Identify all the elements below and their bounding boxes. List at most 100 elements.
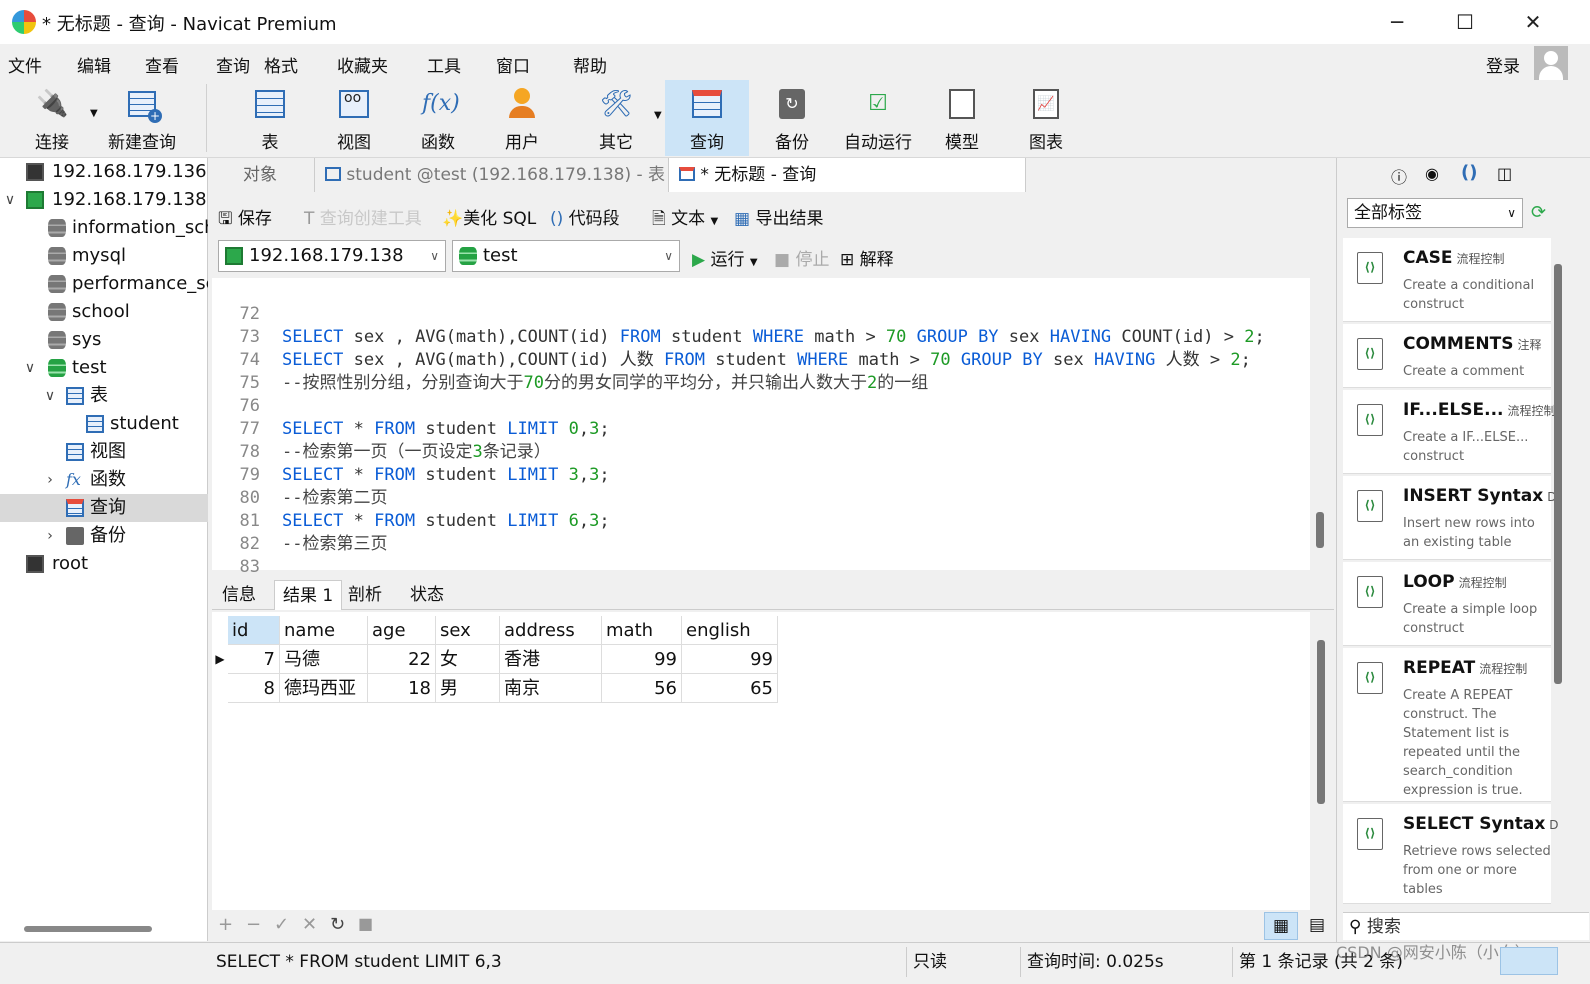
form-view-icon[interactable]: ▤ [1302,912,1332,940]
sql-editor[interactable]: 72 SELECT sex , AVG(math),COUNT(id) FROM… [212,278,1310,577]
maximize-button[interactable]: ☐ [1442,6,1488,38]
column-header-sex[interactable]: sex [436,616,500,645]
column-header-math[interactable]: math [602,616,682,645]
query-builder-button[interactable]: T 查询创建工具 [304,204,422,229]
minimize-button[interactable]: ─ [1374,6,1420,38]
snippet-item-if-else[interactable]: ⟨⟩ IF...ELSE... 流程控制 Create a IF...ELSE..… [1343,390,1556,474]
tree-item-backups[interactable]: › 备份 [0,522,208,550]
tree-item-tables[interactable]: ∨ 表 [0,382,208,410]
text-button[interactable]: 🗎 文本 ▼ [652,204,718,235]
menu-file[interactable]: 文件 [8,52,42,77]
menu-tools[interactable]: 工具 [427,52,461,77]
beautify-sql-button[interactable]: ✨美化 SQL [442,204,536,229]
query-button[interactable]: 查询 [665,80,749,156]
apply-changes-icon[interactable]: ✓ [274,914,289,935]
menu-view[interactable]: 查看 [145,52,179,77]
new-query-button[interactable]: + 新建查询 [100,80,184,156]
editor-scrollbar[interactable] [1316,512,1324,548]
tree-item-server-136[interactable]: 192.168.179.136 [0,158,208,186]
table-button[interactable]: 表 [228,80,312,156]
grid-scrollbar[interactable] [1317,640,1325,804]
table-cell[interactable]: 18 [368,674,436,703]
menu-help[interactable]: 帮助 [573,52,607,77]
info-icon[interactable]: ⓘ [1391,164,1407,188]
view-toggle[interactable] [1500,947,1558,975]
add-record-icon[interactable]: + [218,914,233,935]
column-header-name[interactable]: name [280,616,368,645]
snippet-button[interactable]: () 代码段 [550,204,620,229]
snippet-item-insert[interactable]: ⟨⟩ INSERT Syntax D Insert new rows into a… [1343,476,1557,560]
close-button[interactable]: ✕ [1510,6,1556,38]
tag-filter-select[interactable]: 全部标签 ∨ [1347,198,1523,228]
add-snippet-icon[interactable]: ⟳ [1531,202,1546,223]
tree-item-functions[interactable]: › fx 函数 [0,466,208,494]
snippet-scrollbar[interactable] [1554,264,1562,684]
snippet-search-input[interactable]: ⚲ 搜索 [1343,912,1589,940]
tree-item-server-138[interactable]: ∨ 192.168.179.138 [0,186,208,214]
snippet-item-repeat[interactable]: ⟨⟩ REPEAT 流程控制 Create A REPEAT construct.… [1343,648,1551,802]
backup-button[interactable]: ↻ 备份 [750,80,834,156]
delete-record-icon[interactable]: − [246,914,261,935]
server-select[interactable]: 192.168.179.138 ∨ [218,240,446,272]
layout-icon[interactable]: ◫ [1497,164,1512,183]
chevron-down-icon[interactable]: ∨ [22,354,38,382]
snippet-item-case[interactable]: ⟨⟩ CASE 流程控制 Create a conditional constru… [1343,238,1551,322]
chart-button[interactable]: 📈 图表 [1004,80,1088,156]
refresh-icon[interactable]: ↻ [330,914,345,935]
table-cell[interactable]: 马德 [280,645,368,674]
tab-objects[interactable]: 对象 [210,158,310,192]
menu-window[interactable]: 窗口 [496,52,530,77]
column-header-english[interactable]: english [682,616,778,645]
tree-item-sys[interactable]: sys [0,326,208,354]
tab-untitled-query[interactable]: * 无标题 - 查询 [668,158,1026,192]
tree-item-school[interactable]: school [0,298,208,326]
stop-button[interactable]: ■ 停止 [774,245,829,270]
table-cell[interactable]: 56 [602,674,682,703]
discard-changes-icon[interactable]: ✕ [302,914,317,935]
column-header-id[interactable]: id [228,616,280,645]
tab-info[interactable]: 信息 [214,580,264,610]
table-cell[interactable]: 65 [682,674,778,703]
snippet-item-select[interactable]: ⟨⟩ SELECT Syntax D Retrieve rows selected… [1343,804,1559,904]
tree-item-student[interactable]: student [0,410,208,438]
save-button[interactable]: 🖫 保存 [218,204,272,235]
menu-edit[interactable]: 编辑 [77,52,111,77]
avatar[interactable] [1534,46,1568,80]
snippet-item-comments[interactable]: ⟨⟩ COMMENTS 注释 Create a comment [1343,324,1551,388]
chevron-right-icon[interactable]: › [42,466,58,494]
table-cell[interactable]: 女 [436,645,500,674]
model-button[interactable]: 模型 [920,80,1004,156]
eye-icon[interactable]: ◉ [1425,164,1439,183]
menu-format[interactable]: 格式 [264,52,298,77]
menu-favorites[interactable]: 收藏夹 [337,52,388,77]
database-select[interactable]: test ∨ [452,240,680,272]
tree-item-queries[interactable]: 查询 [0,494,208,522]
table-cell[interactable]: 香港 [500,645,602,674]
chevron-right-icon[interactable]: › [42,522,58,550]
tab-student-table[interactable]: student @test (192.168.179.138) - 表 [314,158,666,192]
tree-item-information-schema[interactable]: information_sch [0,214,208,242]
tab-status[interactable]: 状态 [402,580,452,610]
menu-query[interactable]: 查询 [216,52,250,77]
table-cell[interactable]: 男 [436,674,500,703]
tab-result-1[interactable]: 结果 1 [274,580,343,610]
snippet-icon[interactable]: () [1461,162,1477,183]
result-grid[interactable]: id name age sex address math english ▶ 7… [212,612,1310,910]
login-link[interactable]: 登录 [1486,52,1520,77]
function-button[interactable]: f(x) 函数 [396,80,480,156]
table-cell[interactable]: 7 [228,645,280,674]
chevron-down-icon[interactable]: ∨ [42,382,58,410]
view-button[interactable]: oo 视图 [312,80,396,156]
table-cell[interactable]: 南京 [500,674,602,703]
tree-item-root[interactable]: root [0,550,208,578]
tree-item-mysql[interactable]: mysql [0,242,208,270]
column-header-address[interactable]: address [500,616,602,645]
explain-button[interactable]: ⊞ 解释 [840,245,894,270]
other-dropdown-icon[interactable]: ▼ [654,110,662,121]
nav-horizontal-scrollbar[interactable] [24,926,152,932]
stop-icon[interactable]: ■ [358,914,373,933]
tab-profile[interactable]: 剖析 [340,580,390,610]
run-button[interactable]: ▶ 运行 ▼ [692,245,758,270]
auto-run-button[interactable]: ☑ 自动运行 [836,80,920,156]
table-cell[interactable]: 德玛西亚 [280,674,368,703]
